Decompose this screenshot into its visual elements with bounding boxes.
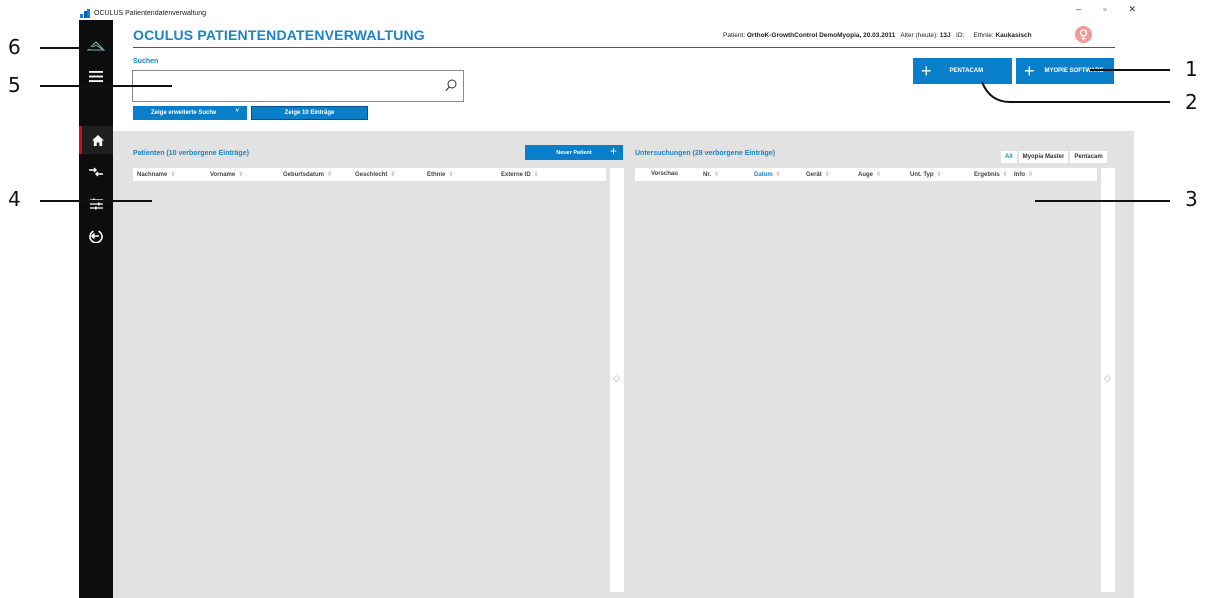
column-header-ergebnis[interactable]: Ergebnis ⇳ — [974, 171, 1008, 178]
show-10-entries-button[interactable]: Zeige 10 Einträge — [251, 106, 368, 120]
column-header-geburtsdatum[interactable]: Geburtsdatum ⇳ — [283, 171, 332, 178]
advanced-search-button[interactable]: Zeige erweiterte Suche ˅ — [133, 106, 247, 120]
callout-line-1 — [1090, 69, 1170, 71]
patients-panel-title: Patienten (10 verborgene Einträge) — [133, 150, 249, 157]
app-icon — [80, 8, 90, 18]
patient-id-label: ID: — [956, 32, 965, 39]
exam-tabs: All Myopia Master Pentacam — [1001, 151, 1107, 163]
sort-icon: ⇳ — [327, 172, 333, 178]
callout-1: 1 — [1185, 57, 1198, 81]
patient-ethnicity: Kaukasisch — [995, 32, 1032, 39]
column-header-nachname[interactable]: Nachname ⇳ — [137, 171, 175, 178]
plus-icon: + — [609, 144, 617, 158]
column-header-unt-typ[interactable]: Unt. Typ ⇳ — [910, 171, 942, 178]
callout-line-4 — [40, 200, 152, 202]
new-patient-button[interactable]: Neuer Patient + — [525, 144, 623, 160]
plus-icon: + — [921, 61, 932, 81]
column-header-vorname[interactable]: Vorname ⇳ — [210, 171, 243, 178]
callout-line-3 — [1035, 200, 1170, 202]
logout-icon[interactable] — [79, 222, 113, 250]
callout-5: 5 — [8, 73, 21, 97]
sort-icon: ⇳ — [824, 172, 830, 178]
sort-icon: ⇳ — [714, 172, 720, 178]
scroll-handle-icon[interactable]: ◇ — [1104, 373, 1111, 384]
column-header-auge[interactable]: Auge ⇳ — [858, 171, 881, 178]
column-header-info[interactable]: Info ⇳ — [1014, 171, 1033, 178]
patient-info: Patient: OrthoK-GrowthControl DemoMyopia… — [723, 32, 1032, 39]
window-title: OCULUS Patientendatenverwaltung — [94, 9, 207, 17]
column-header-externe-id[interactable]: Externe ID ⇳ — [501, 171, 539, 178]
plus-icon: + — [1024, 61, 1035, 81]
column-header-geschlecht[interactable]: Geschlecht ⇳ — [355, 171, 395, 178]
sort-icon: ⇳ — [448, 172, 454, 178]
callout-4: 4 — [8, 187, 21, 211]
callout-3: 3 — [1185, 187, 1198, 211]
avatar-female-icon[interactable] — [1075, 26, 1092, 43]
sort-icon: ⇳ — [1002, 172, 1008, 178]
callout-line-6 — [40, 47, 98, 49]
column-header-nr[interactable]: Nr. ⇳ — [703, 171, 719, 178]
swap-arrows-icon[interactable] — [79, 158, 113, 186]
tab-myopia-master[interactable]: Myopia Master — [1018, 151, 1069, 163]
restore-button[interactable]: ▫ — [1103, 4, 1106, 15]
callout-line-2 — [981, 81, 1170, 103]
patient-age: 13J — [939, 32, 951, 39]
patient-name: OrthoK-GrowthControl DemoMyopia, 20.03.2… — [746, 32, 896, 39]
settings-sliders-icon[interactable] — [79, 190, 113, 218]
column-header-datum[interactable]: Datum ⇳ — [754, 171, 781, 178]
chevron-down-icon: ˅ — [235, 108, 239, 114]
sort-icon: ⇳ — [238, 172, 244, 178]
window-controls: – ▫ ✕ — [1076, 4, 1136, 15]
sort-icon: ⇳ — [936, 172, 942, 178]
home-icon[interactable] — [79, 126, 113, 154]
scroll-handle-icon[interactable]: ◇ — [613, 373, 620, 384]
sort-icon: ⇳ — [390, 172, 396, 178]
search-label: Suchen — [133, 58, 159, 65]
header-divider — [133, 47, 1115, 48]
exams-table-header: Vorschau Nr. ⇳ Datum ⇳ Gerät ⇳ Auge ⇳ Unt. T… — [635, 168, 1097, 181]
search-input[interactable] — [132, 70, 464, 102]
minimize-button[interactable]: – — [1076, 4, 1081, 15]
sidebar — [79, 20, 113, 598]
window-titlebar: OCULUS Patientendatenverwaltung — [80, 6, 206, 20]
tab-all[interactable]: All — [1001, 151, 1017, 163]
oculus-logo-icon[interactable] — [79, 32, 113, 60]
callout-6: 6 — [8, 35, 21, 59]
sort-icon: ⇳ — [533, 172, 539, 178]
sort-icon: ⇳ — [876, 172, 882, 178]
page-title: OCULUS PATIENTENDATENVERWALTUNG — [133, 27, 425, 43]
column-header-ethnie[interactable]: Ethnie ⇳ — [427, 171, 453, 178]
callout-line-5 — [40, 85, 172, 87]
exams-scrollbar[interactable]: ◇ — [1101, 168, 1115, 592]
tab-pentacam[interactable]: Pentacam — [1070, 151, 1107, 163]
exams-panel-title: Untersuchungen (28 verborgene Einträge) — [635, 150, 776, 157]
sort-icon: ⇳ — [775, 172, 781, 178]
sort-icon: ⇳ — [170, 172, 176, 178]
column-header-vorschau: Vorschau — [651, 171, 678, 177]
column-header-geraet[interactable]: Gerät ⇳ — [806, 171, 830, 178]
patients-scrollbar[interactable]: ◇ — [610, 168, 624, 592]
search-icon[interactable] — [445, 79, 457, 97]
callout-2: 2 — [1185, 90, 1198, 114]
sort-icon: ⇳ — [1028, 172, 1034, 178]
patients-table-header: Nachname ⇳ Vorname ⇳ Geburtsdatum ⇳ Geschle… — [133, 168, 606, 181]
close-button[interactable]: ✕ — [1128, 4, 1136, 15]
